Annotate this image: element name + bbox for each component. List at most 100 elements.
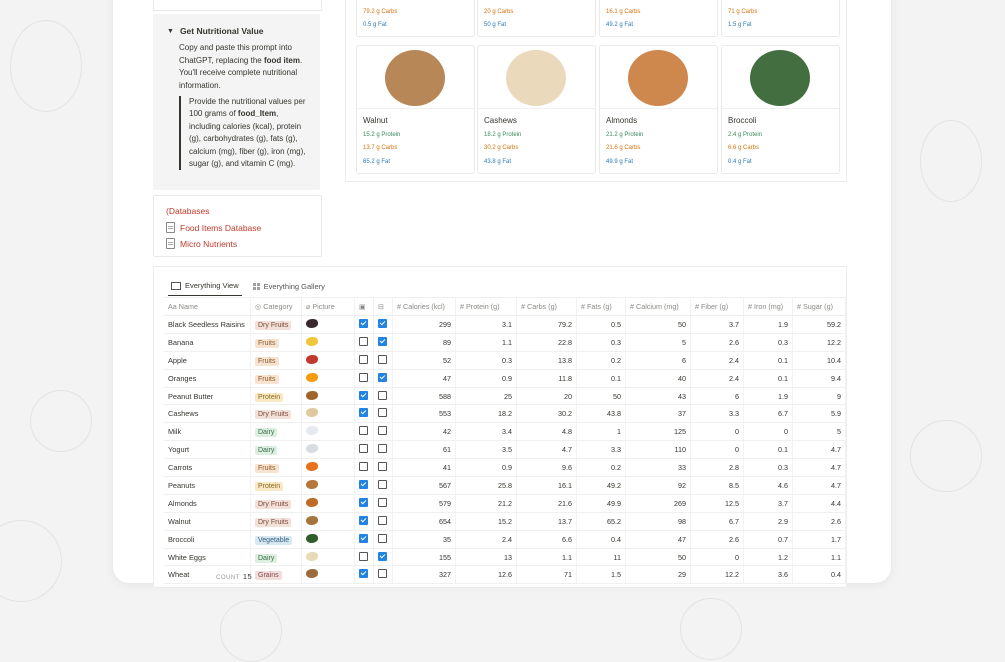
cell-sugar[interactable]: 4.4 xyxy=(792,494,846,513)
checkbox[interactable] xyxy=(378,479,387,489)
checkbox[interactable] xyxy=(359,462,368,472)
cell-carbs[interactable]: 21.6 xyxy=(516,494,577,513)
cell-protein[interactable]: 12.6 xyxy=(455,565,517,585)
cell-category[interactable]: Fruits xyxy=(250,369,302,388)
cell-calories[interactable]: 42 xyxy=(392,422,456,442)
cell-carbs[interactable]: 22.8 xyxy=(516,333,577,352)
gallery-card[interactable]: 20 g Carbs 50 g Fat xyxy=(477,0,596,37)
cell-picture[interactable] xyxy=(301,315,355,334)
gallery-card[interactable]: 16.1 g Carbs 49.2 g Fat xyxy=(599,0,718,37)
cell-fats[interactable]: 3.3 xyxy=(576,440,626,460)
cell-check-1[interactable] xyxy=(354,369,374,388)
cell-check-2[interactable] xyxy=(373,369,393,388)
cell-fiber[interactable]: 2.6 xyxy=(690,530,744,549)
cell-calcium[interactable]: 29 xyxy=(625,565,691,585)
cell-carbs[interactable]: 1.1 xyxy=(516,548,577,567)
cell-calcium[interactable]: 50 xyxy=(625,548,691,567)
cell-carbs[interactable]: 4.7 xyxy=(516,440,577,460)
cell-category[interactable]: Grains xyxy=(250,565,302,585)
column-header[interactable]: # Carbs (g) xyxy=(516,297,577,316)
cell-fats[interactable]: 65.2 xyxy=(576,512,626,531)
cell-fats[interactable]: 11 xyxy=(576,548,626,567)
cell-fiber[interactable]: 2.8 xyxy=(690,458,744,478)
cell-picture[interactable] xyxy=(301,387,355,406)
column-header[interactable]: # Protein (g) xyxy=(455,297,517,316)
cell-calories[interactable]: 61 xyxy=(392,440,456,460)
cell-calcium[interactable]: 5 xyxy=(625,333,691,352)
cell-category[interactable]: Fruits xyxy=(250,458,302,478)
cell-picture[interactable] xyxy=(301,530,355,549)
checkbox[interactable] xyxy=(378,336,387,346)
cell-category[interactable]: Dry Fruits xyxy=(250,512,302,531)
cell-calories[interactable]: 553 xyxy=(392,404,456,424)
checkbox[interactable] xyxy=(378,372,387,382)
cell-protein[interactable]: 25.8 xyxy=(455,476,517,495)
tab-everything-view[interactable]: Everything View xyxy=(168,281,242,296)
cell-picture[interactable] xyxy=(301,404,355,424)
cell-picture[interactable] xyxy=(301,565,355,585)
cell-check-1[interactable] xyxy=(354,476,374,495)
cell-check-1[interactable] xyxy=(354,565,374,585)
cell-fats[interactable]: 1 xyxy=(576,422,626,442)
cell-calcium[interactable]: 6 xyxy=(625,351,691,370)
checkbox[interactable] xyxy=(359,551,368,561)
checkbox[interactable] xyxy=(359,569,368,579)
column-header[interactable]: # Fiber (g) xyxy=(690,297,744,316)
gallery-card-walnut[interactable]: Walnut 15.2 g Protein 13.7 g Carbs 65.2 g F… xyxy=(356,45,475,174)
cell-name[interactable]: Carrots xyxy=(164,458,251,478)
cell-calcium[interactable]: 40 xyxy=(625,369,691,388)
cell-check-2[interactable] xyxy=(373,458,393,478)
cell-check-2[interactable] xyxy=(373,315,393,334)
cell-picture[interactable] xyxy=(301,476,355,495)
table-row[interactable]: Wheat Grains 327 12.6 71 1.5 29 12.2 3.6 0.4 xyxy=(164,565,846,585)
cell-name[interactable]: White Eggs xyxy=(164,548,251,567)
cell-fiber[interactable]: 0 xyxy=(690,440,744,460)
cell-fiber[interactable]: 2.4 xyxy=(690,369,744,388)
table-row[interactable]: Apple Fruits 52 0.3 13.8 0.2 6 2.4 0.1 10.4 xyxy=(164,351,846,370)
cell-sugar[interactable]: 10.4 xyxy=(792,351,846,370)
cell-calcium[interactable]: 50 xyxy=(625,315,691,334)
table-row[interactable]: Yogurt Dairy 61 3.5 4.7 3.3 110 0 0.1 4.7 xyxy=(164,440,846,460)
cell-fiber[interactable]: 12.5 xyxy=(690,494,744,513)
cell-category[interactable]: Dry Fruits xyxy=(250,404,302,424)
cell-carbs[interactable]: 71 xyxy=(516,565,577,585)
cell-check-2[interactable] xyxy=(373,512,393,531)
checkbox[interactable] xyxy=(378,354,387,364)
cell-sugar[interactable]: 12.2 xyxy=(792,333,846,352)
cell-name[interactable]: Apple xyxy=(164,351,251,370)
gallery-card[interactable]: 71 g Carbs 1.5 g Fat xyxy=(721,0,840,37)
cell-iron[interactable]: 4.6 xyxy=(743,476,793,495)
table-row[interactable]: White Eggs Dairy 155 13 1.1 11 50 0 1.2 1.1 xyxy=(164,548,846,567)
cell-calories[interactable]: 47 xyxy=(392,369,456,388)
checkbox[interactable] xyxy=(359,533,368,543)
gallery-card-almonds[interactable]: Almonds 21.2 g Protein 21.6 g Carbs 49.9 g … xyxy=(599,45,718,174)
cell-category[interactable]: Dairy xyxy=(250,422,302,442)
cell-check-2[interactable] xyxy=(373,476,393,495)
link-food-items-database[interactable]: Food Items Database xyxy=(166,222,261,233)
column-header[interactable]: ▣ xyxy=(354,297,374,316)
cell-calories[interactable]: 35 xyxy=(392,530,456,549)
cell-category[interactable]: Dry Fruits xyxy=(250,494,302,513)
cell-iron[interactable]: 0.1 xyxy=(743,369,793,388)
cell-sugar[interactable]: 1.7 xyxy=(792,530,846,549)
checkbox[interactable] xyxy=(378,569,387,579)
cell-iron[interactable]: 0.3 xyxy=(743,458,793,478)
cell-sugar[interactable]: 4.7 xyxy=(792,440,846,460)
cell-name[interactable]: Cashews xyxy=(164,404,251,424)
checkbox[interactable] xyxy=(359,318,368,328)
cell-name[interactable]: Yogurt xyxy=(164,440,251,460)
column-header[interactable]: # Fats (g) xyxy=(576,297,626,316)
cell-sugar[interactable]: 59.2 xyxy=(792,315,846,334)
cell-calcium[interactable]: 125 xyxy=(625,422,691,442)
cell-calcium[interactable]: 43 xyxy=(625,387,691,406)
cell-iron[interactable]: 3.7 xyxy=(743,494,793,513)
cell-picture[interactable] xyxy=(301,333,355,352)
cell-name[interactable]: Oranges xyxy=(164,369,251,388)
cell-fats[interactable]: 49.9 xyxy=(576,494,626,513)
gallery-card-broccoli[interactable]: Broccoli 2.4 g Protein 6.6 g Carbs 0.4 g Fa… xyxy=(721,45,840,174)
cell-check-1[interactable] xyxy=(354,494,374,513)
cell-calories[interactable]: 41 xyxy=(392,458,456,478)
cell-picture[interactable] xyxy=(301,422,355,442)
table-row[interactable]: Broccoli Vegetable 35 2.4 6.6 0.4 47 2.6 0.7 1.7 xyxy=(164,530,846,549)
cell-sugar[interactable]: 9.4 xyxy=(792,369,846,388)
